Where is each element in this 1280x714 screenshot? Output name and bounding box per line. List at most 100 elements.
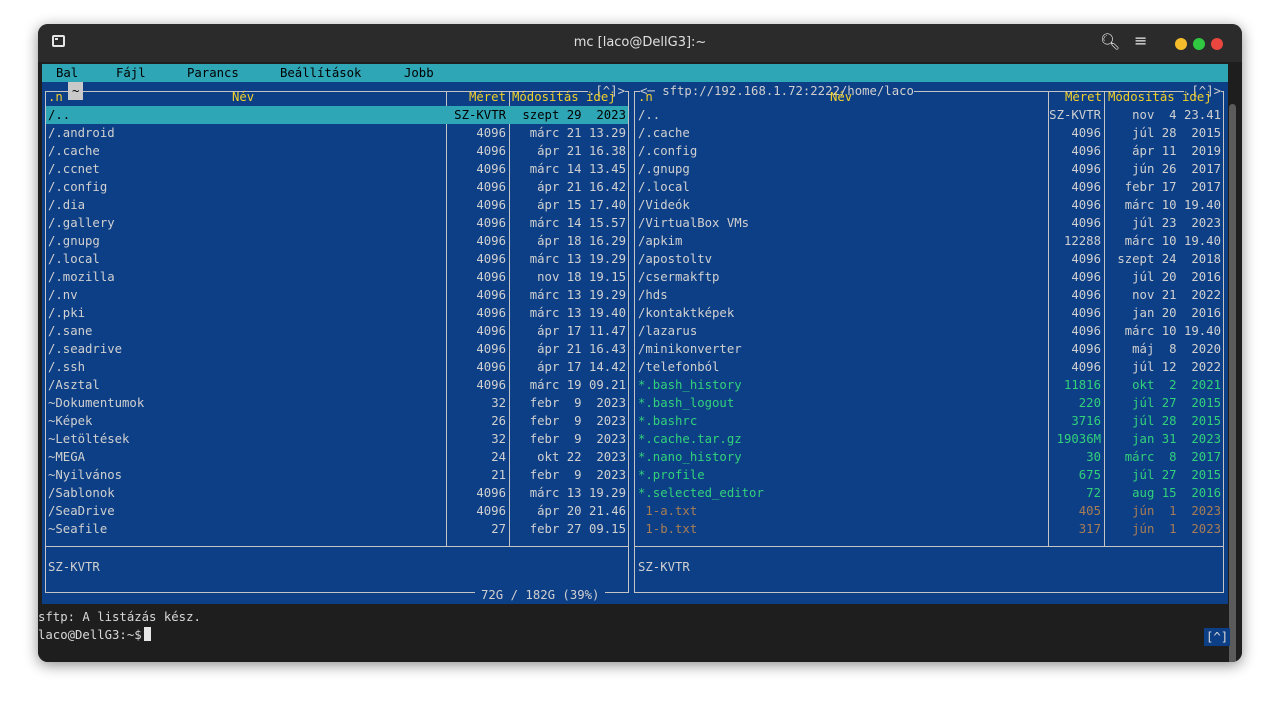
right-file-row[interactable]: *.cache.tar.gz 19036M jan 31 2023: [635, 430, 1223, 448]
right-file-row[interactable]: /VirtualBox VMs 4096 júl 23 2023: [635, 214, 1223, 232]
right-file-row[interactable]: /csermakftp 4096 júl 20 2016: [635, 268, 1223, 286]
file-size: 24: [491, 450, 506, 464]
left-file-row[interactable]: /.. SZ-KVTR szept 29 2023: [46, 106, 628, 124]
file-date: márc 8 2017: [1124, 450, 1221, 464]
minimize-button[interactable]: [1175, 38, 1187, 50]
left-file-row[interactable]: /.mozilla 4096 nov 18 19.15: [46, 268, 628, 286]
left-header-n[interactable]: .n: [48, 88, 63, 106]
mc-menubar: Bal Fájl Parancs Beállítások Jobb: [42, 64, 1228, 82]
menu-jobb[interactable]: Jobb: [404, 64, 434, 82]
left-file-row[interactable]: /.cache 4096 ápr 21 16.38: [46, 142, 628, 160]
right-file-row[interactable]: /.local 4096 febr 17 2017: [635, 178, 1223, 196]
scrollbar[interactable]: [1229, 104, 1236, 662]
left-file-row[interactable]: /.dia 4096 ápr 15 17.40: [46, 196, 628, 214]
right-file-row[interactable]: /.gnupg 4096 jún 26 2017: [635, 160, 1223, 178]
file-date: jún 1 2023: [1132, 522, 1221, 536]
command-line[interactable]: laco@DellG3:~$: [38, 626, 151, 644]
file-date: ápr 17 14.42: [537, 360, 626, 374]
right-file-row[interactable]: /apostoltv 4096 szept 24 2018: [635, 250, 1223, 268]
right-file-row[interactable]: /apkim 12288 márc 10 19.40: [635, 232, 1223, 250]
left-file-row[interactable]: ~Dokumentumok 32 febr 9 2023: [46, 394, 628, 412]
left-file-row[interactable]: /SeaDrive 4096 ápr 20 21.46: [46, 502, 628, 520]
right-file-row[interactable]: /Videók 4096 márc 10 19.40: [635, 196, 1223, 214]
left-file-row[interactable]: /.local 4096 márc 13 19.29: [46, 250, 628, 268]
right-file-row[interactable]: *.nano_history 30 márc 8 2017: [635, 448, 1223, 466]
menu-bal[interactable]: Bal: [56, 64, 78, 82]
right-file-row[interactable]: /telefonból 4096 júl 12 2022: [635, 358, 1223, 376]
terminal-content[interactable]: Bal Fájl Parancs Beállítások Jobb ~ .[^]…: [38, 62, 1242, 662]
right-header-name[interactable]: Név: [830, 88, 852, 106]
file-size: 19036M: [1056, 432, 1101, 446]
file-name: /..: [48, 108, 71, 122]
search-icon[interactable]: 🔍︎: [1100, 32, 1120, 51]
file-date: márc 13 19.29: [529, 288, 626, 302]
file-size: 4096: [1071, 162, 1101, 176]
left-file-row[interactable]: /.gallery 4096 márc 14 15.57: [46, 214, 628, 232]
left-panel[interactable]: ~ .[^]> .n Név Méret Módosítás idej /.. S…: [42, 82, 632, 604]
right-file-row[interactable]: 1-b.txt 317 jún 1 2023: [635, 520, 1223, 538]
subshell-indicator[interactable]: [^]: [1204, 628, 1231, 646]
file-size: 4096: [476, 504, 506, 518]
hamburger-menu-icon[interactable]: ≡: [1134, 31, 1147, 50]
file-date: júl 28 2015: [1132, 414, 1221, 428]
right-path[interactable]: <─ sftp://192.168.1.72:2222/home/laco: [640, 82, 914, 100]
menu-beallitasok[interactable]: Beállítások: [280, 64, 361, 82]
file-name: /apkim: [638, 234, 683, 248]
right-file-row[interactable]: /minikonverter 4096 máj 8 2020: [635, 340, 1223, 358]
left-file-row[interactable]: /Asztal 4096 márc 19 09.21: [46, 376, 628, 394]
menu-parancs[interactable]: Parancs: [187, 64, 239, 82]
right-file-row[interactable]: *.bashrc 3716 júl 28 2015: [635, 412, 1223, 430]
left-file-row[interactable]: /.sane 4096 ápr 17 11.47: [46, 322, 628, 340]
right-file-row[interactable]: *.bash_history 11816 okt 2 2021: [635, 376, 1223, 394]
file-size: 32: [491, 396, 506, 410]
right-panel[interactable]: <─ sftp://192.168.1.72:2222/home/laco .[…: [632, 82, 1228, 604]
left-file-row[interactable]: /Sablonok 4096 márc 13 19.29: [46, 484, 628, 502]
file-size: 12288: [1063, 234, 1101, 248]
left-file-row[interactable]: ~MEGA 24 okt 22 2023: [46, 448, 628, 466]
left-file-row[interactable]: ~Képek 26 febr 9 2023: [46, 412, 628, 430]
file-date: febr 9 2023: [529, 468, 626, 482]
right-file-row[interactable]: *.profile 675 júl 27 2015: [635, 466, 1223, 484]
close-button[interactable]: [1211, 38, 1223, 50]
left-file-row[interactable]: /.android 4096 márc 21 13.29: [46, 124, 628, 142]
right-file-row[interactable]: /hds 4096 nov 21 2022: [635, 286, 1223, 304]
left-file-row[interactable]: ~Seafile 27 febr 27 09.15: [46, 520, 628, 538]
left-header-date[interactable]: Módosítás idej: [512, 88, 616, 106]
right-file-row[interactable]: /lazarus 4096 márc 10 19.40: [635, 322, 1223, 340]
left-header-size[interactable]: Méret: [452, 88, 506, 106]
left-file-row[interactable]: /.config 4096 ápr 21 16.42: [46, 178, 628, 196]
right-file-row[interactable]: /.cache 4096 júl 28 2015: [635, 124, 1223, 142]
left-path-chip[interactable]: ~: [68, 82, 84, 100]
file-size: 4096: [1071, 342, 1101, 356]
maximize-button[interactable]: [1193, 38, 1205, 50]
left-file-row[interactable]: /.pki 4096 márc 13 19.40: [46, 304, 628, 322]
file-name: ~MEGA: [48, 450, 86, 464]
file-date: márc 14 15.57: [529, 216, 626, 230]
left-file-row[interactable]: /.ssh 4096 ápr 17 14.42: [46, 358, 628, 376]
right-file-row[interactable]: *.selected_editor 72 aug 15 2016: [635, 484, 1223, 502]
right-file-row[interactable]: 1-a.txt 405 jún 1 2023: [635, 502, 1223, 520]
disk-usage: 72G / 182G (39%): [475, 586, 606, 604]
right-file-row[interactable]: *.bash_logout 220 júl 27 2015: [635, 394, 1223, 412]
file-size: 4096: [476, 288, 506, 302]
left-file-row[interactable]: /.ccnet 4096 márc 14 13.45: [46, 160, 628, 178]
menu-fajl[interactable]: Fájl: [116, 64, 146, 82]
right-file-row[interactable]: /.config 4096 ápr 11 2019: [635, 142, 1223, 160]
left-file-row[interactable]: /.gnupg 4096 ápr 18 16.29: [46, 232, 628, 250]
left-file-row[interactable]: ~Nyilvános 21 febr 9 2023: [46, 466, 628, 484]
file-size: 220: [1078, 396, 1101, 410]
left-file-row[interactable]: /.nv 4096 márc 13 19.29: [46, 286, 628, 304]
file-size: 72: [1086, 486, 1101, 500]
left-file-row[interactable]: ~Letöltések 32 febr 9 2023: [46, 430, 628, 448]
file-name: /.gallery: [48, 216, 115, 230]
right-header-date[interactable]: Módosítás idej: [1108, 88, 1212, 106]
right-header-n[interactable]: .n: [638, 88, 653, 106]
file-size: 4096: [476, 234, 506, 248]
right-header-size[interactable]: Méret: [1050, 88, 1102, 106]
right-file-row[interactable]: /.. SZ-KVTR nov 4 23.41: [635, 106, 1223, 124]
left-file-row[interactable]: /.seadrive 4096 ápr 21 16.43: [46, 340, 628, 358]
right-file-row[interactable]: /kontaktképek 4096 jan 20 2016: [635, 304, 1223, 322]
left-header-name[interactable]: Név: [232, 88, 254, 106]
file-name: /.gnupg: [48, 234, 100, 248]
file-name: /.ccnet: [48, 162, 100, 176]
